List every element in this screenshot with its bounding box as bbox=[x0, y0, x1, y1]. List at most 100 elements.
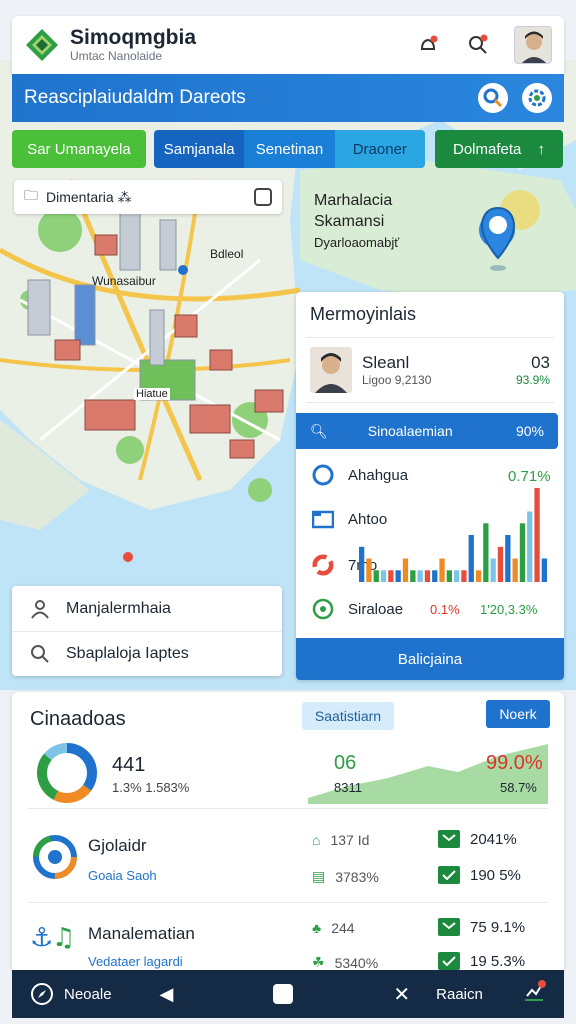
details-panel: Mermoyinlais Sleanl Ligoo 9,2130 03 93.9… bbox=[296, 292, 564, 680]
row-1-name: Gjolaidr bbox=[88, 836, 147, 855]
segment-2[interactable]: Senetinan bbox=[244, 130, 335, 168]
area-right-sub: 58.7% bbox=[500, 780, 537, 795]
map-search-box[interactable]: 🗀 Dimentaria ⁂ bbox=[14, 180, 282, 214]
chart-bar bbox=[395, 570, 401, 582]
profile-info: Sleanl Ligoo 9,2130 bbox=[362, 353, 431, 387]
chart-bar bbox=[380, 570, 387, 582]
map-list: Manjalermhaia Sbaplaloja Iaptes bbox=[12, 586, 282, 676]
folder-icon: 🗀 bbox=[24, 187, 38, 203]
chart-bar bbox=[461, 570, 467, 582]
chart-bar bbox=[454, 570, 460, 582]
panel-search-icon: 🔍︎ bbox=[310, 422, 328, 439]
nav-home-label: Neoale bbox=[64, 985, 112, 1003]
donut-chart bbox=[37, 743, 97, 803]
filter-chip-green[interactable]: Sar Umanayela bbox=[12, 130, 146, 168]
row-1-val-2: 190 5% bbox=[438, 866, 521, 884]
app-logo bbox=[26, 29, 58, 61]
profile-stats: 03 93.9% bbox=[516, 353, 550, 387]
area-left-value: 06 bbox=[334, 752, 357, 774]
shield-icon bbox=[312, 598, 334, 620]
nav-home[interactable]: Neoale bbox=[30, 982, 112, 1006]
checkbox-icon[interactable] bbox=[254, 188, 272, 206]
compass-icon bbox=[31, 983, 53, 1005]
profile-name: Sleanl bbox=[362, 353, 410, 372]
area-right-value: 99.0% bbox=[486, 752, 543, 774]
mini-bar-chart bbox=[359, 488, 547, 582]
chart-bar bbox=[468, 535, 474, 582]
chart-bar bbox=[446, 570, 452, 582]
row-2-sub[interactable]: Vedataer lagardi bbox=[88, 954, 183, 969]
team-icon: ⚓ ♫ bbox=[30, 923, 75, 953]
search-button[interactable] bbox=[464, 31, 492, 59]
divider bbox=[28, 808, 548, 809]
building-icon: ⌂ bbox=[312, 832, 321, 848]
app-subtitle: Umtac Nanolaide bbox=[70, 49, 163, 63]
chart-bar bbox=[402, 558, 409, 582]
panel-row-4-value2: 1'20,3.3% bbox=[480, 602, 538, 617]
chart-bar bbox=[439, 558, 445, 582]
row-1-stat-1-text: 137 Id bbox=[330, 832, 370, 848]
donut-value: 441 bbox=[112, 754, 146, 776]
row-1-stat-1: ⌂ 137 Id bbox=[312, 832, 369, 848]
chart-bar bbox=[490, 558, 496, 582]
dashboard-chip[interactable]: Saatistiarn bbox=[302, 702, 394, 730]
chart-bar bbox=[527, 511, 533, 582]
app-header: Simoqmgbia Umtac Nanolaide bbox=[12, 16, 564, 74]
locate-button[interactable] bbox=[478, 83, 508, 113]
map-list-item-2[interactable]: Sbaplaloja Iaptes bbox=[12, 631, 282, 676]
chart-bar bbox=[497, 546, 504, 582]
bell-icon bbox=[420, 35, 438, 50]
row-1-stat-2-text: 3783% bbox=[335, 868, 379, 885]
row-2-name: Manalematian bbox=[88, 924, 195, 943]
home-square-icon[interactable] bbox=[273, 984, 294, 1004]
profile-percent: 93.9% bbox=[515, 373, 550, 387]
filter-chip-dark-label: Dolmafeta bbox=[453, 140, 522, 158]
panel-row-4-label: Siraloae bbox=[348, 600, 404, 618]
row-2-val-2-text: 19 5.3% bbox=[470, 952, 526, 970]
panel-row-4[interactable]: Siraloae bbox=[312, 598, 403, 620]
mail-icon bbox=[438, 918, 460, 936]
tree-icon: ♣ bbox=[312, 920, 322, 936]
row-1-sub[interactable]: Goaia Saoh bbox=[88, 868, 157, 883]
water-drop-icon bbox=[312, 464, 334, 486]
gear-icon bbox=[528, 89, 546, 107]
user-icon bbox=[31, 599, 49, 619]
nav-right[interactable]: Raaicn bbox=[436, 986, 483, 1003]
divider bbox=[28, 902, 548, 903]
profile-photo bbox=[310, 347, 352, 393]
map-label-top: Bdleol bbox=[210, 247, 244, 261]
upload-arrow-icon: ↑ bbox=[537, 140, 546, 158]
chart-bar bbox=[534, 488, 540, 582]
filter-chip-dark[interactable]: Dolmafeta ↑ bbox=[435, 130, 563, 168]
svg-text:⚓: ⚓ bbox=[30, 923, 53, 953]
profile-card[interactable]: Sleanl Ligoo 9,2130 03 93.9% bbox=[306, 337, 554, 403]
chart-bar bbox=[541, 558, 547, 582]
panel-search-label: Sinoalaemian bbox=[367, 423, 453, 439]
back-icon[interactable]: ◀ bbox=[160, 984, 174, 1005]
row-1-val-1: 2041% bbox=[438, 830, 517, 848]
header-actions bbox=[414, 26, 552, 64]
chart-bar bbox=[410, 570, 416, 582]
segment-1[interactable]: Samjanala bbox=[154, 130, 245, 168]
close-icon[interactable]: ✕ bbox=[393, 982, 410, 1007]
notifications-button[interactable] bbox=[414, 31, 442, 59]
panel-search-bar[interactable]: 🔍︎ Sinoalaemian 90% bbox=[296, 413, 558, 449]
chart-icon[interactable] bbox=[522, 980, 546, 1008]
row-2-stat-2-text: 5340% bbox=[334, 954, 379, 971]
user-avatar[interactable] bbox=[514, 26, 552, 64]
panel-action-button[interactable]: Balicjaina bbox=[296, 638, 564, 680]
profile-sub: Ligoo 9,2130 bbox=[362, 373, 432, 387]
row-2-val-1-text: 75 9.1% bbox=[470, 918, 526, 936]
segment-3[interactable]: Draoner bbox=[334, 130, 425, 168]
map-list-item-1[interactable]: Manjalermhaia bbox=[12, 586, 282, 631]
app-title: Simoqmgbia bbox=[70, 26, 197, 49]
settings-button[interactable] bbox=[522, 83, 552, 113]
filter-segment-group: Samjanala Senetinan Draoner bbox=[154, 130, 425, 168]
dashboard-button[interactable]: Noerk bbox=[486, 700, 550, 728]
chart-bar bbox=[475, 570, 482, 582]
map-list-item-2-label: Sbaplaloja Iaptes bbox=[66, 645, 189, 662]
location-pin-icon[interactable] bbox=[480, 206, 516, 276]
donut-sub: 1.3% 1.583% bbox=[112, 780, 190, 795]
magnifier-color-icon bbox=[483, 88, 503, 108]
info-line-1: Marhalacia bbox=[314, 192, 393, 209]
